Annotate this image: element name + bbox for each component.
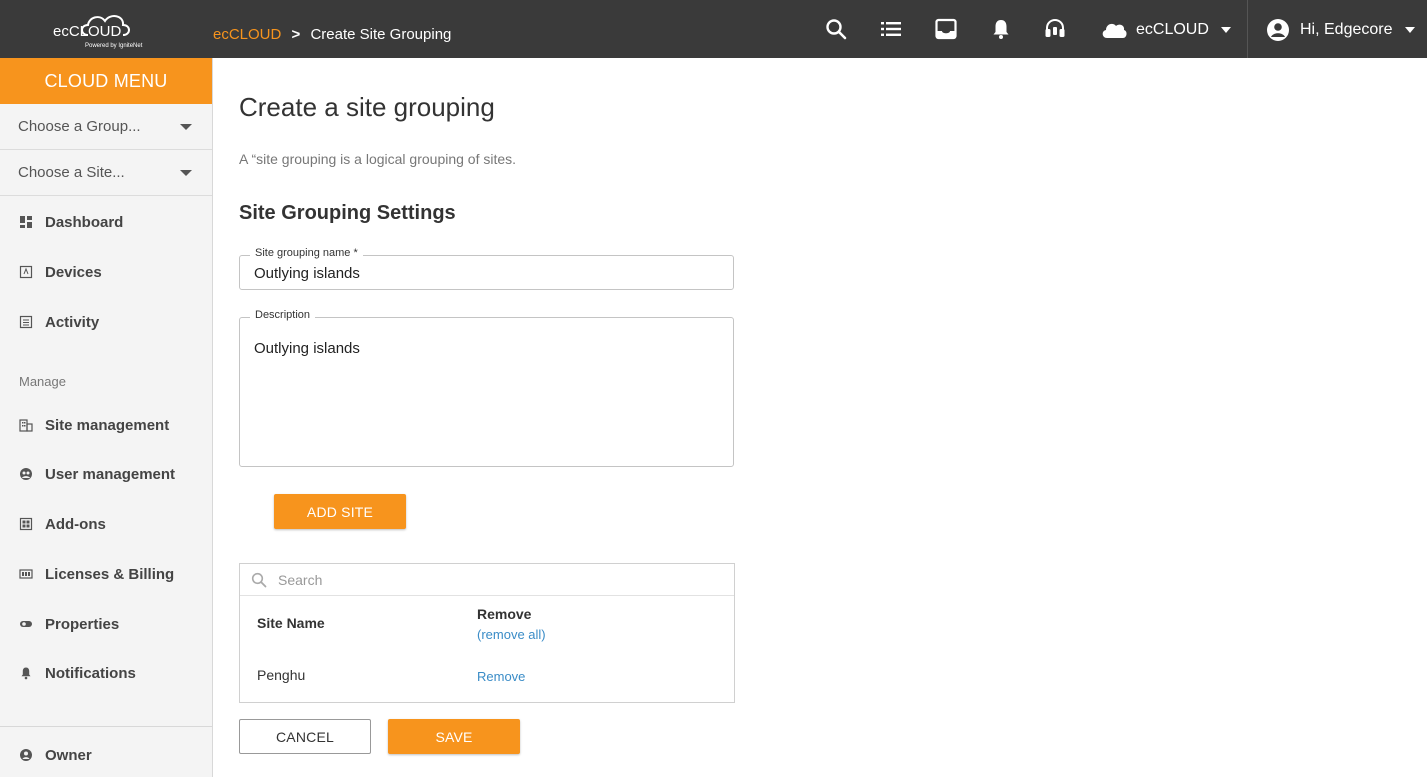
sidebar-item-licenses-billing[interactable]: Licenses & Billing bbox=[0, 554, 212, 594]
site-grouping-name-label: Site grouping name * bbox=[250, 247, 363, 259]
sidebar-item-label: Notifications bbox=[45, 664, 136, 682]
addons-icon bbox=[19, 517, 33, 531]
sidebar: CLOUD MENU Choose a Group... Choose a Si… bbox=[0, 58, 213, 777]
building-icon bbox=[19, 418, 33, 432]
site-grouping-name-value[interactable]: Outlying islands bbox=[254, 265, 360, 282]
license-icon bbox=[19, 567, 33, 581]
cancel-button[interactable]: CANCEL bbox=[239, 719, 371, 754]
description-label: Description bbox=[250, 309, 316, 321]
chevron-down-icon bbox=[180, 169, 192, 176]
properties-icon bbox=[19, 617, 33, 631]
cloud-logo-icon: ecCLOUD Powered by IgniteNet bbox=[53, 15, 143, 49]
main-content: Create a site grouping A “site grouping … bbox=[239, 58, 1419, 777]
breadcrumb: ecCLOUD > Create Site Grouping bbox=[213, 26, 451, 43]
owner-icon bbox=[19, 748, 33, 762]
breadcrumb-separator: > bbox=[291, 26, 301, 43]
top-divider bbox=[1247, 0, 1248, 58]
sidebar-item-user-management[interactable]: User management bbox=[0, 454, 212, 494]
sidebar-item-add-ons[interactable]: Add-ons bbox=[0, 504, 212, 544]
sidebar-divider bbox=[0, 726, 212, 727]
list-icon[interactable] bbox=[879, 17, 903, 41]
site-name-cell: Penghu bbox=[257, 667, 306, 683]
sidebar-item-label: Owner bbox=[45, 746, 92, 764]
dashboard-icon bbox=[19, 215, 33, 229]
description-value[interactable]: Outlying islands bbox=[254, 340, 360, 357]
account-icon bbox=[1267, 19, 1289, 41]
user-menu[interactable]: Hi, Edgecore bbox=[1266, 17, 1415, 43]
settings-section-title: Site Grouping Settings bbox=[239, 202, 456, 224]
chevron-down-icon bbox=[180, 123, 192, 130]
manage-section-label: Manage bbox=[19, 374, 66, 389]
sidebar-item-notifications[interactable]: Notifications bbox=[0, 653, 212, 693]
svg-text:Powered by IgniteNet: Powered by IgniteNet bbox=[85, 43, 143, 49]
sidebar-item-devices[interactable]: Devices bbox=[0, 252, 212, 292]
site-select-value: Choose a Site... bbox=[18, 164, 125, 181]
sidebar-item-dashboard[interactable]: Dashboard bbox=[0, 202, 212, 242]
chevron-down-icon bbox=[1220, 27, 1231, 33]
description-field[interactable]: Description Outlying islands bbox=[239, 309, 734, 467]
remove-all-link[interactable]: (remove all) bbox=[477, 627, 546, 642]
col-header-site-name: Site Name bbox=[257, 615, 325, 631]
group-select[interactable]: Choose a Group... bbox=[0, 104, 212, 150]
breadcrumb-current: Create Site Grouping bbox=[310, 26, 452, 43]
sidebar-item-label: Add-ons bbox=[45, 515, 106, 533]
cloud-menu-header: CLOUD MENU bbox=[0, 58, 212, 104]
col-header-remove: Remove bbox=[477, 606, 532, 622]
eccloud-logo[interactable]: ecCLOUD Powered by IgniteNet bbox=[50, 9, 162, 51]
search-icon[interactable] bbox=[824, 17, 848, 41]
page-title: Create a site grouping bbox=[239, 92, 495, 122]
activity-icon bbox=[19, 315, 33, 329]
support-icon[interactable] bbox=[1043, 17, 1067, 41]
sidebar-item-label: User management bbox=[45, 465, 176, 483]
group-select-value: Choose a Group... bbox=[18, 118, 141, 135]
cloud-selector[interactable]: ecCLOUD bbox=[1100, 16, 1231, 44]
page-description: A “site grouping is a logical grouping o… bbox=[239, 151, 517, 167]
search-icon bbox=[251, 572, 267, 587]
sites-table: Site Name Remove (remove all) Penghu Rem… bbox=[239, 563, 735, 703]
sidebar-item-label: Devices bbox=[45, 263, 102, 281]
devices-icon bbox=[19, 265, 33, 279]
site-search bbox=[240, 564, 734, 596]
inbox-icon[interactable] bbox=[934, 17, 958, 41]
breadcrumb-root-link[interactable]: ecCLOUD bbox=[213, 26, 281, 43]
svg-text:ecCLOUD: ecCLOUD bbox=[53, 23, 122, 40]
sidebar-item-site-management[interactable]: Site management bbox=[0, 405, 212, 445]
cloud-icon bbox=[1102, 23, 1127, 38]
cloud-selector-label: ecCLOUD bbox=[1136, 21, 1209, 38]
save-button[interactable]: SAVE bbox=[388, 719, 520, 754]
user-management-icon bbox=[19, 467, 33, 481]
site-select[interactable]: Choose a Site... bbox=[0, 150, 212, 196]
sidebar-item-label: Dashboard bbox=[45, 213, 124, 231]
sidebar-item-label: Site management bbox=[45, 416, 170, 434]
remove-site-link[interactable]: Remove bbox=[477, 669, 525, 684]
sidebar-item-label: Activity bbox=[45, 313, 100, 331]
sidebar-item-label: Properties bbox=[45, 615, 120, 633]
sidebar-item-label: Licenses & Billing bbox=[45, 565, 175, 583]
site-search-input[interactable] bbox=[278, 571, 698, 588]
site-grouping-name-field[interactable]: Site grouping name * Outlying islands bbox=[239, 247, 734, 290]
sidebar-item-properties[interactable]: Properties bbox=[0, 604, 212, 644]
chevron-down-icon bbox=[1404, 27, 1415, 33]
bell-icon[interactable] bbox=[989, 17, 1013, 41]
sidebar-item-owner[interactable]: Owner bbox=[0, 735, 212, 775]
sidebar-item-activity[interactable]: Activity bbox=[0, 302, 212, 342]
top-bar: ecCLOUD Powered by IgniteNet ecCLOUD > C… bbox=[0, 0, 1427, 58]
bell-icon bbox=[19, 666, 33, 680]
add-site-button[interactable]: ADD SITE bbox=[274, 494, 406, 529]
user-greeting: Hi, Edgecore bbox=[1300, 21, 1393, 38]
